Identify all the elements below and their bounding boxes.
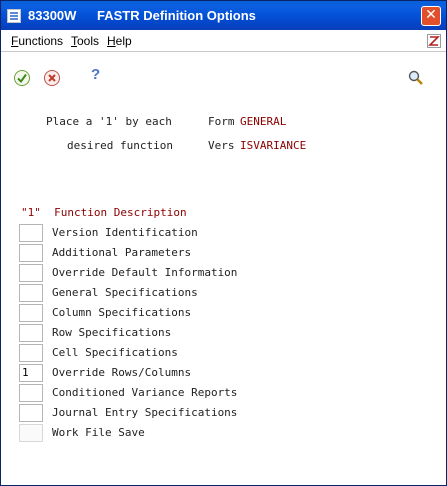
function-label: Journal Entry Specifications bbox=[52, 406, 238, 419]
instruction-line-2: desired function bbox=[67, 139, 173, 152]
instruction-line-1: Place a '1' by each bbox=[46, 115, 172, 128]
checkmark-icon[interactable] bbox=[13, 69, 31, 87]
cancel-icon[interactable] bbox=[43, 69, 61, 87]
fastr-definition-options-window: 83300W FASTR Definition Options ✕ Functi… bbox=[0, 0, 447, 486]
function-label: Version Identification bbox=[52, 226, 198, 239]
function-label: Column Specifications bbox=[52, 306, 192, 319]
menu-tools-rest: ools bbox=[77, 34, 100, 48]
menu-functions-rest: unctions bbox=[18, 34, 64, 48]
function-select-input[interactable] bbox=[19, 344, 43, 362]
function-label: Conditioned Variance Reports bbox=[52, 386, 238, 399]
function-list-header: "1" Function Description bbox=[21, 206, 187, 219]
window-title: FASTR Definition Options bbox=[97, 8, 256, 23]
function-select-input[interactable]: 1 bbox=[19, 364, 43, 382]
function-label: Work File Save bbox=[52, 426, 145, 439]
jde-logo-icon bbox=[427, 34, 441, 48]
function-select-input[interactable] bbox=[19, 264, 43, 282]
function-label: Row Specifications bbox=[52, 326, 172, 339]
window-code: 83300W bbox=[28, 8, 77, 23]
function-select-input[interactable] bbox=[19, 324, 43, 342]
content-area: Place a '1' by each desired function For… bbox=[1, 92, 446, 485]
menu-functions[interactable]: Functions bbox=[11, 34, 63, 48]
function-label: Additional Parameters bbox=[52, 246, 192, 259]
vers-label: Vers bbox=[208, 139, 235, 152]
close-button[interactable]: ✕ bbox=[421, 6, 441, 26]
function-select-input[interactable] bbox=[19, 304, 43, 322]
function-label: Cell Specifications bbox=[52, 346, 178, 359]
toolbar: ? bbox=[1, 52, 446, 92]
function-select-input[interactable] bbox=[19, 284, 43, 302]
function-select-input[interactable] bbox=[19, 244, 43, 262]
form-label: Form bbox=[208, 115, 235, 128]
menu-help-accel: H bbox=[107, 34, 116, 48]
title-bar[interactable]: 83300W FASTR Definition Options ✕ bbox=[1, 1, 446, 30]
menu-bar: Functions Tools Help bbox=[1, 32, 446, 52]
function-select-input[interactable] bbox=[19, 384, 43, 402]
function-label: Override Default Information bbox=[52, 266, 238, 279]
function-select-input[interactable] bbox=[19, 424, 43, 442]
menu-help-rest: elp bbox=[115, 34, 132, 48]
function-select-input[interactable] bbox=[19, 404, 43, 422]
menu-tools[interactable]: Tools bbox=[71, 34, 99, 48]
function-label: General Specifications bbox=[52, 286, 198, 299]
function-label: Override Rows/Columns bbox=[52, 366, 192, 379]
magnifier-icon[interactable] bbox=[407, 69, 425, 87]
app-icon bbox=[7, 9, 21, 23]
function-select-input[interactable] bbox=[19, 224, 43, 242]
vers-value: ISVARIANCE bbox=[240, 139, 307, 152]
form-value: GENERAL bbox=[240, 115, 287, 128]
menu-help[interactable]: Help bbox=[107, 34, 132, 48]
help-icon[interactable]: ? bbox=[91, 66, 109, 84]
